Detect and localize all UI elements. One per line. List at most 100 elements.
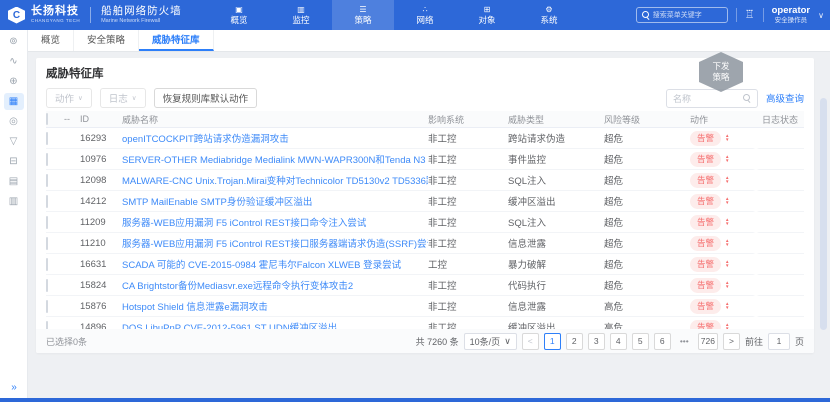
row-checkbox[interactable] (46, 132, 48, 145)
sidebar-item-nat[interactable]: ⊟ (4, 153, 24, 170)
row-risk-level: 高危 (604, 299, 690, 313)
row-threat-name-link[interactable]: 服务器-WEB应用漏洞 F5 iControl REST接口命令注入尝试 (122, 215, 428, 229)
tab-安全策略[interactable]: 安全策略 (74, 30, 139, 51)
sidebar-item-attack-protection[interactable]: ∿ (4, 53, 24, 70)
toggle-knob (751, 286, 761, 296)
action-stepper-icon[interactable]: ▲ ▼ (725, 239, 729, 248)
nav-item-network[interactable]: ∴网络 (394, 0, 456, 30)
action-stepper-icon[interactable]: ▲ ▼ (725, 197, 729, 206)
vertical-scrollbar[interactable] (820, 98, 827, 330)
action-alert-pill[interactable]: 告警 (690, 215, 721, 230)
table-row: 12098 MALWARE-CNC Unix.Trojan.Mirai变种对Te… (46, 170, 804, 191)
row-threat-name-link[interactable]: Hotspot Shield 信息泄露e漏洞攻击 (122, 299, 428, 313)
toggle-knob (751, 223, 761, 233)
action-alert-pill[interactable]: 告警 (690, 236, 721, 251)
row-threat-name-link[interactable]: MALWARE-CNC Unix.Trojan.Mirai变种对Technico… (122, 173, 428, 187)
restore-default-action-button[interactable]: 恢复规则库默认动作 (154, 88, 258, 108)
row-threat-name-link[interactable]: openITCOCKPIT跨站请求伪造漏洞攻击 (122, 131, 428, 145)
name-search-placeholder: 名称 (673, 92, 691, 105)
nav-item-monitor[interactable]: ▥监控 (270, 0, 332, 30)
page-button-6[interactable]: 6 (654, 333, 671, 350)
page-button-5[interactable]: 5 (632, 333, 649, 350)
advanced-query-link[interactable]: 高级查询 (766, 91, 804, 105)
row-id: 16293 (80, 133, 122, 144)
user-menu[interactable]: operator 安全操作员 (772, 6, 811, 24)
action-alert-pill[interactable]: 告警 (690, 278, 721, 293)
row-id: 16631 (80, 259, 122, 270)
action-alert-pill[interactable]: 告警 (690, 173, 721, 188)
goto-label: 前往 (745, 335, 763, 348)
sidebar-item-target[interactable]: ◎ (4, 113, 24, 130)
nav-item-objects[interactable]: ⊞对象 (456, 0, 518, 30)
menu-search-input[interactable]: 搜索菜单关键字 (636, 7, 728, 23)
row-checkbox[interactable] (46, 279, 48, 292)
row-checkbox[interactable] (46, 258, 48, 271)
action-stepper-icon[interactable]: ▲ ▼ (725, 281, 729, 290)
row-checkbox[interactable] (46, 174, 48, 187)
row-threat-name-link[interactable]: CA Brightstor备份Mediasvr.exe远程命令执行变体攻击2 (122, 278, 428, 292)
tab-概览[interactable]: 概览 (28, 30, 74, 51)
row-checkbox[interactable] (46, 216, 48, 229)
page-button-4[interactable]: 4 (610, 333, 627, 350)
row-checkbox[interactable] (46, 153, 48, 166)
sidebar-item-shield[interactable]: ▽ (4, 133, 24, 150)
sidebar-item-overview[interactable]: ⊚ (4, 33, 24, 50)
nav-item-system[interactable]: ⚙系统 (518, 0, 580, 30)
col-seq: -- (64, 114, 80, 124)
next-page-button[interactable]: > (723, 333, 740, 350)
row-threat-name-link[interactable]: SERVER-OTHER Mediabridge Medialink MWN-W… (122, 152, 428, 166)
page-button-3[interactable]: 3 (588, 333, 605, 350)
sidebar-item-logs[interactable]: ▤ (4, 173, 24, 190)
action-dropdown-button[interactable]: 动作 ∨ (46, 88, 92, 108)
row-affected-system: 工控 (428, 257, 508, 271)
chevron-down-icon[interactable]: ∨ (818, 11, 824, 20)
action-stepper-icon[interactable]: ▲ ▼ (725, 134, 729, 143)
table-row: 15824 CA Brightstor备份Mediasvr.exe远程命令执行变… (46, 275, 804, 296)
page-button-2[interactable]: 2 (566, 333, 583, 350)
chevron-down-icon: ∨ (78, 94, 83, 102)
action-alert-pill[interactable]: 告警 (690, 257, 721, 272)
nav-item-overview[interactable]: ▣概览 (208, 0, 270, 30)
policy-icon: ☰ (359, 6, 366, 14)
row-threat-name-link[interactable]: SMTP MailEnable SMTP身份验证缓冲区溢出 (122, 194, 428, 208)
col-risk: 风险等级 (604, 113, 690, 126)
ship-console-icon[interactable]: ♖ (745, 10, 755, 21)
action-stepper-icon[interactable]: ▲ ▼ (725, 218, 729, 227)
page-size-select[interactable]: 10条/页 ∨ (464, 333, 517, 350)
action-stepper-icon[interactable]: ▲ ▼ (725, 155, 729, 164)
tab-威胁特征库[interactable]: 威胁特征库 (139, 30, 214, 51)
product-title: 船舶网络防火墙 Marine Network Firewall (101, 6, 182, 24)
row-risk-level: 超危 (604, 236, 690, 250)
name-search-input[interactable]: 名称 (666, 89, 758, 108)
action-alert-pill[interactable]: 告警 (690, 299, 721, 314)
action-alert-pill[interactable]: 告警 (690, 131, 721, 146)
prev-page-button[interactable]: < (522, 333, 539, 350)
row-checkbox[interactable] (46, 195, 48, 208)
sidebar-item-reports[interactable]: ▥ (4, 193, 24, 210)
row-affected-system: 非工控 (428, 131, 508, 145)
threat-table: -- ID 威胁名称 影响系统 威胁类型 风险等级 动作 日志状态 16293 … (46, 111, 804, 338)
log-dropdown-button[interactable]: 日志 ∨ (100, 88, 146, 108)
action-stepper-icon[interactable]: ▲ ▼ (725, 302, 729, 311)
action-stepper-icon[interactable]: ▲ ▼ (725, 176, 729, 185)
nav-label: 网络 (416, 16, 433, 25)
row-checkbox[interactable] (46, 237, 48, 250)
row-threat-name-link[interactable]: SCADA 可能的 CVE-2015-0984 霍尼韦尔Falcon XLWEB… (122, 257, 428, 271)
top-header: C 长扬科技 CHANGYANG TECH 船舶网络防火墙 Marine Net… (0, 0, 830, 30)
sidebar-item-global[interactable]: ⊕ (4, 73, 24, 90)
menu-search-placeholder: 搜索菜单关键字 (653, 10, 702, 20)
goto-page-input[interactable] (768, 333, 790, 350)
page-button-726[interactable]: 726 (698, 333, 718, 350)
action-alert-pill[interactable]: 告警 (690, 194, 721, 209)
page-button-1[interactable]: 1 (544, 333, 561, 350)
sidebar-item-threat-library[interactable]: ▦ (4, 93, 24, 110)
sidebar-collapse-icon[interactable]: » (0, 382, 28, 393)
select-all-checkbox[interactable] (46, 113, 48, 125)
company-logo-icon: C (8, 7, 25, 24)
action-stepper-icon[interactable]: ▲ ▼ (725, 260, 729, 269)
row-threat-name-link[interactable]: 服务器-WEB应用漏洞 F5 iControl REST接口服务器端请求伪造(S… (122, 236, 428, 250)
action-alert-pill[interactable]: 告警 (690, 152, 721, 167)
row-id: 11209 (80, 217, 122, 228)
nav-item-policy[interactable]: ☰策略 (332, 0, 394, 30)
row-checkbox[interactable] (46, 300, 48, 313)
